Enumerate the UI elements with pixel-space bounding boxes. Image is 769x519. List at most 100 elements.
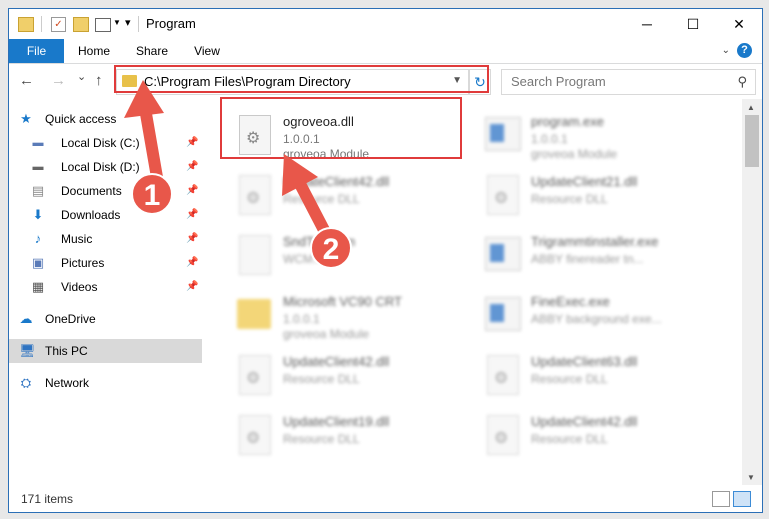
tab-view[interactable]: View (185, 39, 229, 63)
file-description: Resource DLL (531, 432, 608, 446)
forward-button[interactable]: → (51, 72, 66, 89)
pin-icon: 📌 (186, 209, 199, 220)
file-item[interactable]: ⚙ UpdateClient63.dll Resource DLL (475, 347, 710, 399)
sidebar-item-pictures[interactable]: ▣ Pictures 📌 (9, 251, 202, 275)
file-item[interactable]: SndTo...acm WCM... (227, 227, 462, 279)
file-description: Resource DLL (531, 372, 608, 386)
sidebar-item-label: Local Disk (C:) (61, 136, 140, 150)
sidebar-item-local-disk-d[interactable]: ▬ Local Disk (D:) 📌 (9, 155, 202, 179)
file-icon (239, 235, 271, 275)
scroll-thumb[interactable] (745, 115, 759, 167)
view-icon[interactable] (95, 18, 111, 32)
status-bar: 171 items (9, 485, 762, 512)
gear-icon: ⚙ (246, 190, 261, 207)
properties-icon[interactable]: ✓ (51, 17, 66, 32)
chevron-down-icon[interactable]: ▼ (113, 18, 121, 34)
computer-icon: 🖥 (19, 343, 36, 358)
maximize-button[interactable]: ☐ (670, 9, 716, 39)
help-button[interactable]: ? (737, 43, 752, 58)
exe-file-icon (485, 237, 521, 271)
file-item[interactable]: ⚙ UpdateClient21.dll Resource DLL (475, 167, 710, 219)
sidebar-item-this-pc[interactable]: 🖥 This PC (9, 339, 202, 363)
drive-icon: ▬ (32, 161, 44, 173)
item-count: 171 items (21, 492, 74, 506)
tab-home[interactable]: Home (71, 39, 117, 63)
sidebar-item-label: Pictures (61, 256, 105, 270)
file-item[interactable]: ⚙ UpdateClient42.dll Resource DLL (227, 347, 462, 399)
file-name: UpdateClient42.dll (531, 414, 638, 429)
back-button[interactable]: ← (19, 72, 34, 89)
search-icon: ⚲ (737, 74, 747, 89)
sidebar-item-label: Downloads (61, 208, 121, 222)
download-icon: ⬇ (32, 207, 44, 222)
file-item[interactable]: ⚙ UpdateClient42.dll Resource DLL (475, 407, 710, 459)
music-icon: ♪ (34, 231, 42, 246)
window-title: Program (146, 16, 196, 31)
file-name: Microsoft VC90 CRT (283, 294, 402, 309)
gear-icon: ⚙ (246, 430, 261, 447)
tab-file[interactable]: File (9, 39, 64, 63)
gear-icon: ⚙ (494, 190, 509, 207)
file-name: UpdateClient19.dll (283, 414, 390, 429)
file-highlight-box (220, 97, 462, 159)
sidebar-item-local-disk-c[interactable]: ▬ Local Disk (C:) 📌 (9, 131, 202, 155)
close-button[interactable]: ✕ (716, 9, 762, 39)
large-icons-view-icon[interactable] (733, 491, 751, 507)
details-view-icon[interactable] (712, 491, 730, 507)
recent-locations-button[interactable]: ⌄ (77, 70, 86, 83)
scroll-down-icon[interactable]: ▼ (747, 473, 755, 482)
pin-icon: 📌 (186, 137, 199, 148)
scroll-up-icon[interactable]: ▲ (747, 103, 755, 112)
dll-file-icon: ⚙ (239, 175, 271, 215)
search-input[interactable]: Search Program ⚲ (501, 69, 756, 95)
cloud-icon: ☁ (19, 311, 33, 326)
file-description: Resource DLL (283, 192, 360, 206)
file-name: FineExec.exe (531, 294, 610, 309)
dll-file-icon: ⚙ (487, 175, 519, 215)
gear-icon: ⚙ (494, 370, 509, 387)
sidebar-item-documents[interactable]: ▤ Documents 📌 (9, 179, 202, 203)
file-name: program.exe (531, 114, 604, 129)
file-description: ABBY finereader tn... (531, 252, 644, 266)
dll-file-icon: ⚙ (487, 355, 519, 395)
up-button[interactable]: ↑ (95, 72, 103, 89)
sidebar-item-network[interactable]: ⛭ Network (9, 371, 202, 395)
file-item[interactable]: program.exe 1.0.0.1 groveoa Module (475, 107, 710, 161)
divider (41, 16, 42, 32)
expand-ribbon-icon[interactable]: ⌄ (722, 45, 730, 56)
file-description: WCM... (283, 252, 323, 266)
sidebar-item-downloads[interactable]: ⬇ Downloads 📌 (9, 203, 202, 227)
documents-icon: ▤ (31, 183, 45, 198)
sidebar-item-quick-access[interactable]: ★ Quick access (9, 107, 202, 131)
file-description: groveoa Module (531, 147, 618, 161)
exe-file-icon (485, 297, 521, 331)
sidebar-item-label: Network (45, 376, 90, 390)
file-description: Resource DLL (283, 372, 360, 386)
tab-share[interactable]: Share (127, 39, 177, 63)
file-item[interactable]: ⚙ UpdateClient19.dll Resource DLL (227, 407, 462, 459)
file-item[interactable]: ⚙ UpdateClient42.dll Resource DLL (227, 167, 462, 219)
folder-item[interactable]: Microsoft VC90 CRT 1.0.0.1 groveoa Modul… (227, 287, 462, 341)
gear-icon: ⚙ (494, 430, 509, 447)
pin-icon: 📌 (186, 257, 199, 268)
minimize-button[interactable]: ─ (624, 9, 670, 39)
vertical-scrollbar[interactable]: ▲ ▼ (742, 99, 762, 485)
sidebar-item-label: Videos (61, 280, 98, 294)
file-description: Resource DLL (283, 432, 360, 446)
sidebar-item-onedrive[interactable]: ☁ OneDrive (9, 307, 202, 331)
file-description: Resource DLL (531, 192, 608, 206)
file-name: SndTo...acm (283, 234, 356, 249)
file-description: groveoa Module (283, 327, 370, 341)
file-item[interactable]: FineExec.exe ABBY background exe... (475, 287, 710, 339)
file-item[interactable]: Trigrammtinstaller.exe ABBY finereader t… (475, 227, 710, 279)
sidebar-item-music[interactable]: ♪ Music 📌 (9, 227, 202, 251)
sidebar-item-videos[interactable]: ▦ Videos 📌 (9, 275, 202, 299)
new-folder-icon[interactable] (73, 17, 89, 32)
folder-icon (237, 299, 271, 329)
file-version: 1.0.0.1 (531, 132, 568, 146)
customize-toolbar-icon[interactable]: ▾ (125, 16, 131, 32)
divider (138, 16, 139, 32)
exe-file-icon (485, 117, 521, 151)
gear-icon: ⚙ (246, 370, 261, 387)
file-name: UpdateClient42.dll (283, 174, 390, 189)
